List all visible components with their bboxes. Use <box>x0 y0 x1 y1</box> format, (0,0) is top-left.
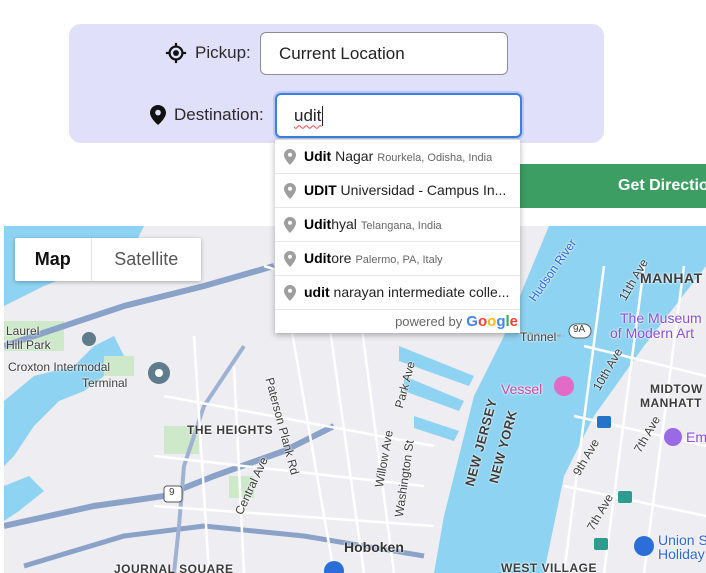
suggestion-item[interactable]: Udithyal Telangana, India <box>275 208 520 242</box>
suggestion-match: Udit <box>304 249 332 266</box>
suggestion-text: Udithyal Telangana, India <box>304 216 442 234</box>
suggestion-rest: Nagar <box>331 147 374 164</box>
map-label-route-9a: 9A <box>573 324 586 335</box>
map-label-union-2: Holiday <box>658 546 705 562</box>
suggestion-match: udit <box>304 283 330 300</box>
google-letter: e <box>509 312 518 330</box>
suggestion-match: UDIT <box>304 181 337 198</box>
suggestion-pin-icon <box>284 250 296 267</box>
map-label-midtown-2: MANHATT <box>640 396 702 410</box>
suggestion-rest: ore <box>331 249 352 266</box>
suggestion-pin-icon <box>284 284 296 301</box>
suggestion-text: udit narayan intermediate colle... <box>304 284 509 302</box>
map-label-vessel: Vessel <box>501 381 543 397</box>
map-label-em: Em <box>686 429 706 445</box>
map-label-the-heights: THE HEIGHTS <box>187 423 274 437</box>
google-letter: G <box>466 312 478 330</box>
map-label-route-9: 9 <box>169 487 175 498</box>
pickup-input[interactable]: Current Location <box>260 32 508 75</box>
map-label-midtown-1: MIDTOW <box>650 382 703 396</box>
google-letter: o <box>487 312 497 330</box>
suggestion-list: Udit Nagar Rourkela, Odisha, India UDIT Un… <box>275 140 520 310</box>
suggestion-text: UDIT Universidad - Campus In... <box>304 182 506 200</box>
powered-by-google: powered by Google <box>275 310 520 332</box>
google-letter: o <box>477 312 488 330</box>
suggestion-secondary: Telangana, India <box>360 219 442 232</box>
suggestion-pin-icon <box>284 148 296 165</box>
map-label-manhattan: MANHAT <box>640 270 703 286</box>
suggestion-rest: narayan intermediate colle... <box>329 283 510 300</box>
suggestion-secondary: Rourkela, Odisha, India <box>377 151 493 164</box>
map-type-map-button[interactable]: Map <box>15 238 92 281</box>
map-label-hoboken: Hoboken <box>344 539 404 555</box>
left-river-lower <box>4 476 44 521</box>
map-label-museum-1: The Museum <box>620 310 702 326</box>
map-type-satellite-button[interactable]: Satellite <box>92 238 201 281</box>
text-caret <box>322 105 324 126</box>
get-directions-button[interactable]: Get Directions <box>520 164 706 208</box>
map-pin-icon <box>150 105 166 125</box>
union-poi-marker <box>634 536 654 556</box>
suggestion-rest: Universidad - Campus In... <box>336 181 507 198</box>
map-label-terminal: Terminal <box>82 376 128 390</box>
destination-input[interactable]: udit <box>275 93 522 138</box>
pickup-value: Current Location <box>279 43 405 63</box>
powered-by-text: powered by <box>395 313 463 329</box>
pickup-label-row: Pickup: <box>165 42 251 64</box>
map-label-laurel-hill: Laurel Hill Park <box>6 324 51 352</box>
pickup-label: Pickup: <box>195 43 251 62</box>
crosshair-icon <box>165 42 187 64</box>
suggestion-rest: hyal <box>331 215 357 232</box>
map-label-journal-square: JOURNAL SQUARE <box>114 562 234 573</box>
suggestion-item[interactable]: UDIT Universidad - Campus In... <box>275 174 520 208</box>
destination-label-row: Destination: <box>150 105 264 125</box>
map-label-museum-2: of Modern Art <box>610 325 695 341</box>
suggestion-secondary: Palermo, PA, Italy <box>355 253 443 266</box>
autocomplete-dropdown: Udit Nagar Rourkela, Odisha, India UDIT Un… <box>275 139 520 333</box>
suggestion-item[interactable]: Uditore Palermo, PA, Italy <box>275 242 520 276</box>
get-directions-label: Get Directions <box>618 177 706 194</box>
map-label-west-village: WEST VILLAGE <box>501 561 597 573</box>
map-type-control: Map Satellite <box>15 238 201 281</box>
suggestion-item[interactable]: Udit Nagar Rourkela, Odisha, India <box>275 140 520 174</box>
destination-value: udit <box>294 105 322 125</box>
suggestion-pin-icon <box>284 182 296 199</box>
left-river <box>4 336 124 466</box>
map-label-croxton: Croxton Intermodal <box>8 360 111 374</box>
suggestion-match: Udit <box>304 147 332 164</box>
suggestion-pin-icon <box>284 216 296 233</box>
vessel-poi-marker <box>554 376 574 396</box>
em-poi-marker <box>664 428 682 446</box>
suggestion-text: Uditore Palermo, PA, Italy <box>304 250 443 268</box>
suggestion-text: Udit Nagar Rourkela, Odisha, India <box>304 148 492 166</box>
suggestion-match: Udit <box>304 215 332 232</box>
map-label-tunnel: Tunnel <box>520 330 557 344</box>
destination-label: Destination: <box>174 105 264 124</box>
suggestion-item[interactable]: udit narayan intermediate colle... <box>275 276 520 310</box>
google-logo: Google <box>466 313 518 330</box>
